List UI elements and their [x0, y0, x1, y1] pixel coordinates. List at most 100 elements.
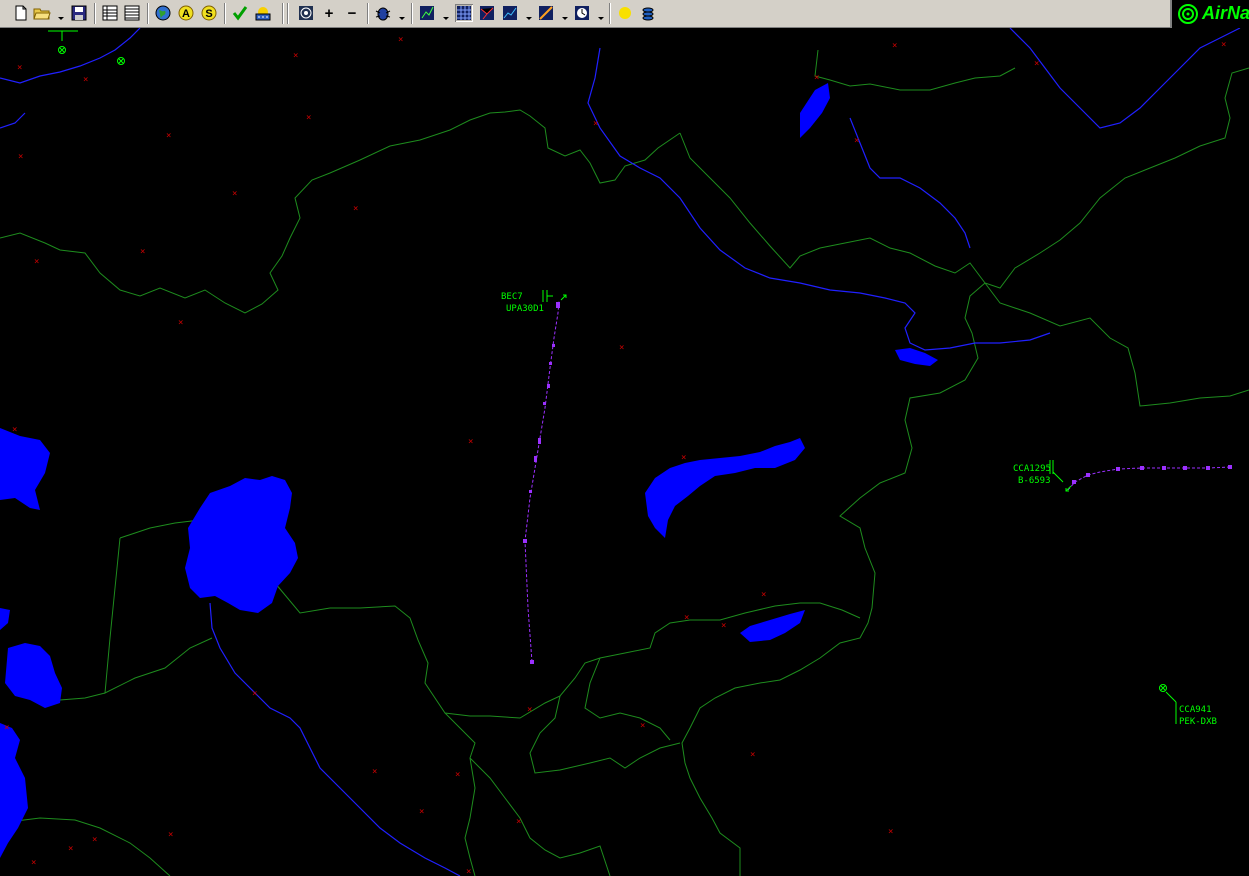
- svg-text:×: ×: [31, 858, 36, 868]
- caspian-north: [0, 428, 50, 510]
- open-folder-icon: [33, 8, 51, 20]
- vector-button[interactable]: [537, 4, 555, 22]
- svg-text:×: ×: [1034, 59, 1039, 69]
- toolbar-separator: [282, 3, 284, 24]
- letter-a-icon: A: [178, 5, 194, 21]
- svg-text:S: S: [205, 8, 212, 20]
- altitude-dropdown[interactable]: [525, 8, 533, 20]
- routes-button[interactable]: [478, 4, 496, 22]
- day-night-button[interactable]: [616, 4, 634, 22]
- svg-text:×: ×: [455, 770, 460, 780]
- vector-dropdown[interactable]: [561, 8, 569, 20]
- svg-text:×: ×: [4, 723, 9, 733]
- bukhtarma-reservoir: [895, 348, 938, 366]
- svg-text:×: ×: [140, 247, 145, 257]
- rivers: [0, 28, 1241, 876]
- minus-icon: −: [348, 5, 357, 22]
- toolbar-separator: [224, 3, 226, 24]
- brand-name: AirNav: [1202, 3, 1249, 23]
- flight-track-cca941[interactable]: CCA941 PEK-DXB: [1159, 684, 1217, 728]
- svg-text:×: ×: [516, 817, 521, 827]
- aircraft-symbol: [1065, 485, 1072, 492]
- plus-icon: +: [325, 5, 334, 22]
- svg-text:×: ×: [681, 453, 686, 463]
- svg-text:×: ×: [619, 343, 624, 353]
- chevron-down-icon: [443, 17, 449, 20]
- svg-text:×: ×: [353, 204, 358, 214]
- svg-text:×: ×: [1221, 40, 1226, 50]
- flight-info: UPA30D1: [506, 304, 544, 314]
- filter-button[interactable]: [374, 4, 392, 22]
- open-file-dropdown[interactable]: [57, 8, 65, 20]
- svg-text:×: ×: [854, 136, 859, 146]
- clock-dropdown[interactable]: [597, 8, 605, 20]
- svg-text:×: ×: [892, 41, 897, 51]
- flight-callsign: BEC7: [501, 292, 523, 302]
- lake-zaysan-north: [800, 83, 830, 138]
- zoom-in-button[interactable]: +: [320, 4, 338, 22]
- svg-text:×: ×: [814, 73, 819, 83]
- layers-button[interactable]: [639, 4, 657, 22]
- filter-dropdown[interactable]: [398, 8, 406, 20]
- weather-button[interactable]: [254, 4, 272, 22]
- lake-balkhash: [645, 438, 805, 538]
- svg-text:×: ×: [68, 844, 73, 854]
- save-button[interactable]: [70, 4, 88, 22]
- svg-text:×: ×: [721, 621, 726, 631]
- caspian-south: [0, 608, 62, 858]
- new-file-button[interactable]: [12, 4, 30, 22]
- svg-text:×: ×: [398, 35, 403, 45]
- svg-text:×: ×: [750, 750, 755, 760]
- flight-list-button[interactable]: [101, 4, 119, 22]
- sun-moon-icon: [619, 7, 631, 19]
- chevron-down-icon: [598, 17, 604, 20]
- flight-details-button[interactable]: [123, 4, 141, 22]
- airport-markers: × × × × × × × × × × × × × × × × × × × × × × × × × × × × × × × × × ×…: [4, 35, 1226, 876]
- letter-s-icon: S: [201, 5, 217, 21]
- svg-text:×: ×: [178, 318, 183, 328]
- svg-text:×: ×: [92, 835, 97, 845]
- svg-text:×: ×: [252, 689, 257, 699]
- open-file-button[interactable]: [33, 4, 51, 22]
- chart-icon: [503, 6, 517, 20]
- flight-callsign: CCA941: [1179, 705, 1212, 715]
- svg-text:×: ×: [593, 119, 598, 129]
- svg-text:×: ×: [888, 827, 893, 837]
- zoom-fit-button[interactable]: [297, 4, 315, 22]
- svg-text:×: ×: [466, 867, 471, 876]
- radar-map[interactable]: × × × × × × × × × × × × × × × × × × × × × × × × × × × × × × × × × ×…: [0, 28, 1249, 876]
- flight-track-cca1295[interactable]: CCA1295 B-6593: [1013, 460, 1232, 492]
- flight-callsign: CCA1295: [1013, 464, 1051, 474]
- svg-text:×: ×: [232, 189, 237, 199]
- svg-text:−: −: [348, 5, 357, 22]
- main-toolbar: A S + − AirN: [0, 0, 1249, 28]
- svg-text:×: ×: [761, 590, 766, 600]
- svg-text:A: A: [182, 8, 190, 20]
- flight-info: PEK-DXB: [1179, 717, 1217, 727]
- new-document-icon: [15, 5, 27, 21]
- flight-track-bec7[interactable]: BEC7 UPA30D1: [501, 290, 567, 664]
- svg-text:×: ×: [83, 75, 88, 85]
- sectors-button[interactable]: S: [200, 4, 218, 22]
- svg-text:×: ×: [12, 425, 17, 435]
- navaid-markers: [48, 30, 125, 65]
- flight-info: B-6593: [1018, 476, 1051, 486]
- trail-button[interactable]: [418, 4, 436, 22]
- toolbar-separator: [367, 3, 369, 24]
- toolbar-separator: [287, 3, 289, 24]
- trail-dropdown[interactable]: [442, 8, 450, 20]
- stack-icon: [642, 7, 654, 21]
- map-layers-button[interactable]: [154, 4, 172, 22]
- grid-button[interactable]: [455, 4, 473, 22]
- zoom-out-button[interactable]: −: [343, 4, 361, 22]
- clock-button[interactable]: [573, 4, 591, 22]
- svg-text:×: ×: [684, 613, 689, 623]
- toolbar-separator: [94, 3, 96, 24]
- airports-button[interactable]: A: [177, 4, 195, 22]
- chevron-down-icon: [58, 17, 64, 20]
- validate-button[interactable]: [231, 4, 249, 22]
- vector-icon: [539, 6, 553, 20]
- chevron-down-icon: [562, 17, 568, 20]
- altitude-button[interactable]: [501, 4, 519, 22]
- floppy-disk-icon: [71, 5, 87, 21]
